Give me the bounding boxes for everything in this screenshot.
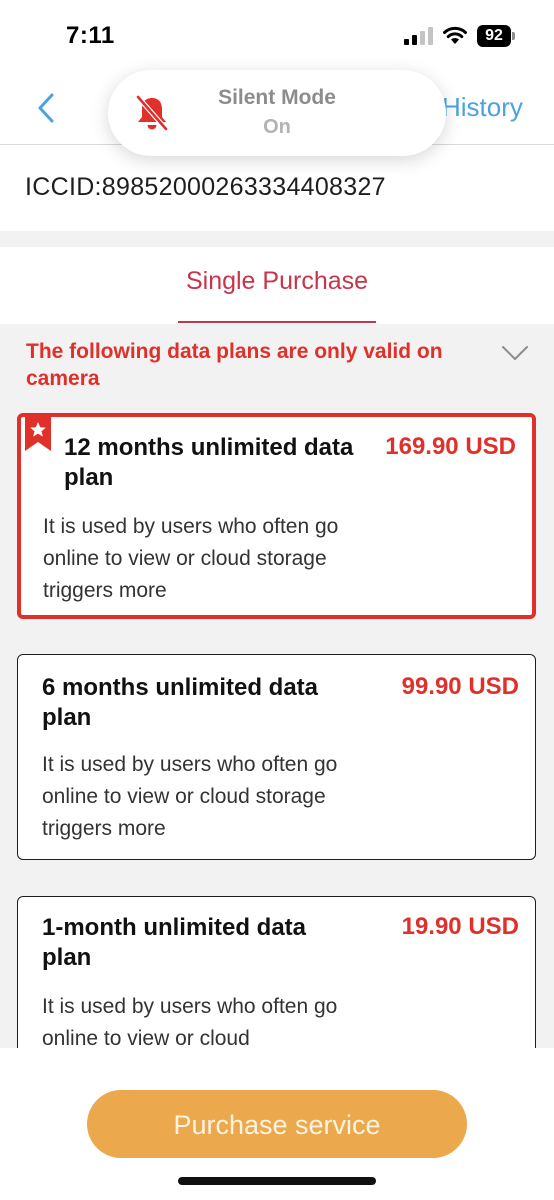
purchase-service-button[interactable]: Purchase service [87,1090,467,1158]
status-time: 7:11 [66,22,115,49]
plan-name: 12 months unlimited data plan [64,434,354,491]
screen: 7:11 92 History ICCID:898520002633344083… [0,0,554,1200]
plan-description: It is used by users who often go online … [42,753,338,840]
plan-description: It is used by users who often go online … [43,515,339,602]
star-ribbon-icon [25,417,51,451]
bottom-bar: Purchase service [0,1048,554,1200]
wifi-icon [443,26,467,44]
tab-active-indicator [178,321,376,323]
tab-bar: Single Purchase [0,247,554,324]
home-indicator [178,1177,376,1185]
back-chevron-icon[interactable] [30,90,60,126]
plan-name: 6 months unlimited data plan [42,674,319,731]
tab-single-purchase[interactable]: Single Purchase [0,267,554,296]
plan-card-1-month[interactable]: 1-month unlimited data plan 19.90 USD It… [17,896,536,1048]
history-link[interactable]: History [442,92,523,123]
camera-only-notice: The following data plans are only valid … [26,340,443,390]
battery-cap [512,32,515,40]
plan-price: 99.90 USD [401,673,519,700]
plan-description: It is used by users who often go online … [42,995,338,1048]
battery-indicator: 92 [477,25,511,47]
plan-price: 19.90 USD [401,913,519,940]
silent-mode-state: On [263,116,291,138]
silent-mode-banner: Silent Mode On [108,70,446,156]
iccid-text: ICCID:89852000263334408327 [25,173,386,201]
plan-card-12-months[interactable]: 12 months unlimited data plan 169.90 USD… [17,413,536,619]
chevron-down-icon[interactable] [501,344,529,362]
plan-price: 169.90 USD [385,433,516,460]
status-bar: 7:11 92 [0,0,554,70]
cellular-signal-icon [404,27,433,45]
iccid-row: ICCID:89852000263334408327 [0,145,554,231]
section-divider [0,231,554,247]
silent-mode-title: Silent Mode [218,86,336,109]
plan-card-6-months[interactable]: 6 months unlimited data plan 99.90 USD I… [17,654,536,860]
plan-list[interactable]: The following data plans are only valid … [0,324,554,1048]
plan-name: 1-month unlimited data plan [42,914,306,971]
